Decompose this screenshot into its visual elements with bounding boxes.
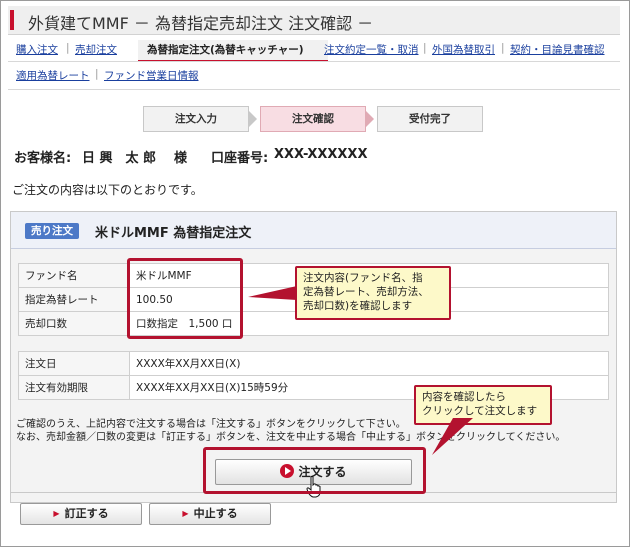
order-date-label: 注文日: [18, 351, 130, 376]
callout-line: 注文内容(ファンド名、指: [303, 272, 423, 284]
account-number: XXX-XXXXXX: [274, 147, 368, 162]
nav-divider: [8, 61, 620, 62]
nav-separator: |: [501, 42, 505, 54]
nav-separator: |: [423, 42, 427, 54]
nav-divider: [8, 89, 620, 90]
cancel-order-label: 中止する: [193, 507, 238, 520]
callout-line: 内容を確認したら: [422, 391, 506, 403]
nav-buy-order[interactable]: 購入注文: [16, 42, 58, 57]
customer-name: 日 興 太 郎: [82, 151, 157, 166]
step-arrow-icon: [249, 111, 257, 127]
nav-fund-business-days[interactable]: ファンド営業日情報: [104, 68, 199, 83]
note-line-2: なお、売却金額／口数の変更は「訂正する」ボタンを、注文を中止する場合「中止する」…: [16, 432, 566, 443]
customer-name-label: お客様名:: [14, 151, 72, 166]
nav-sell-order[interactable]: 売却注文: [75, 42, 117, 57]
order-title: 米ドルMMF 為替指定注文: [95, 226, 252, 241]
intro-text: ご注文の内容は以下のとおりです。: [12, 183, 203, 197]
primary-nav: 購入注文 | 売却注文 為替指定注文(為替キャッチャー) 注文約定一覧・取消 |…: [14, 40, 624, 62]
nav-separator: |: [95, 68, 99, 80]
nav-order-list[interactable]: 注文約定一覧・取消: [324, 42, 419, 57]
customer-honorific: 様: [174, 151, 188, 166]
sell-units-label: 売却口数: [18, 311, 130, 336]
callout-line: 定為替レート、売却方法、: [303, 286, 429, 298]
order-date-value: XXXX年XX月XX日(X): [129, 351, 609, 376]
order-expiry-label: 注文有効期限: [18, 375, 130, 400]
nav-fx-order-label: 為替指定注文(為替キャッチャー): [147, 44, 304, 56]
fund-name-label: ファンド名: [18, 263, 130, 288]
correct-order-label: 訂正する: [64, 507, 109, 520]
submit-button-highlight: [203, 447, 426, 494]
step-arrow-icon: [366, 111, 374, 127]
account-label: 口座番号:: [211, 151, 269, 166]
page-title: 外貨建てMMF － 為替指定売却注文 注文確認 －: [28, 14, 374, 33]
table-row: 注文日 XXXX年XX月XX日(X): [18, 351, 609, 376]
nav-applied-rate[interactable]: 適用為替レート: [16, 68, 90, 83]
callout-click-submit: 内容を確認したら クリックして注文します: [414, 385, 552, 425]
sell-order-badge: 売り注文: [25, 223, 79, 239]
nav-separator: |: [66, 42, 70, 54]
title-accent-bar: [10, 10, 14, 30]
arrow-right-icon: ▶: [182, 509, 189, 518]
callout-check-order: 注文内容(ファンド名、指 定為替レート、売却方法、 売却口数)を確認します: [295, 266, 451, 320]
order-panel-header: 売り注文 米ドルMMF 為替指定注文: [11, 212, 616, 249]
nav-fx-order-tab[interactable]: 為替指定注文(為替キャッチャー): [138, 40, 328, 62]
callout-line: 売却口数)を確認します: [303, 300, 413, 312]
step-input: 注文入力: [143, 106, 249, 132]
order-values-highlight: [127, 258, 243, 339]
nav-contract-check[interactable]: 契約・目論見書確認: [510, 42, 605, 57]
fx-rate-label: 指定為替レート: [18, 287, 130, 312]
nav-fx-trading[interactable]: 外国為替取引: [432, 42, 495, 57]
correct-order-button[interactable]: ▶ 訂正する: [20, 503, 142, 525]
callout-line: クリックして注文します: [422, 405, 538, 417]
step-confirm: 注文確認: [260, 106, 366, 132]
step-complete: 受付完了: [377, 106, 483, 132]
arrow-right-icon: ▶: [53, 509, 60, 518]
title-bar: 外貨建てMMF － 為替指定売却注文 注文確認 －: [8, 6, 620, 35]
cancel-order-button[interactable]: ▶ 中止する: [149, 503, 271, 525]
